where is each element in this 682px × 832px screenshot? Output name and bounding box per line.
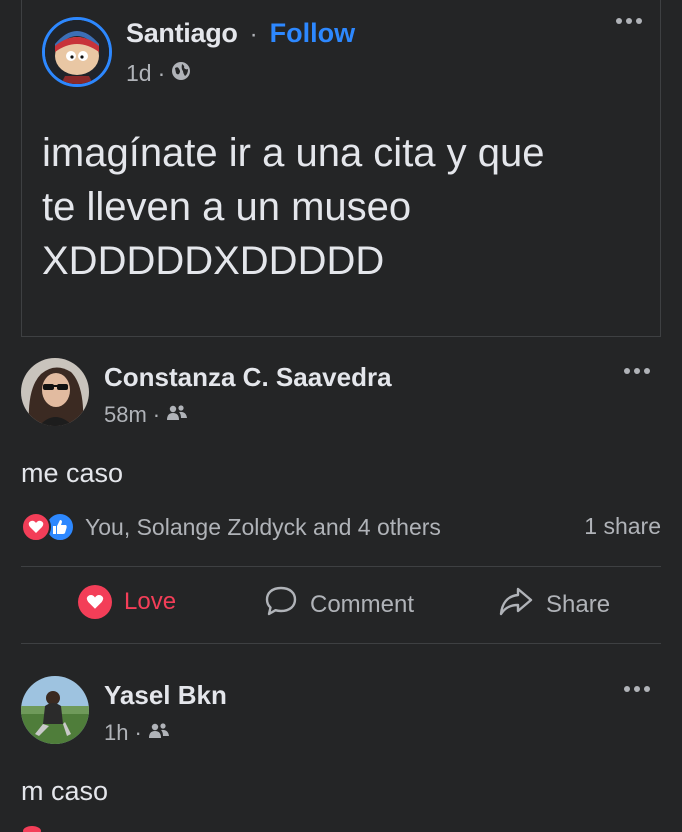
action-bar: Love Comment Share — [0, 585, 682, 627]
love-icon — [78, 585, 112, 619]
comment-button[interactable]: Comment — [264, 585, 414, 624]
shared-post-author[interactable]: Santiago — [126, 18, 238, 49]
love-reaction-icon — [23, 826, 41, 832]
more-options-icon[interactable] — [624, 686, 650, 692]
share-arrow-icon — [498, 585, 534, 624]
friends-icon — [148, 720, 170, 746]
comment-text: me caso — [21, 458, 124, 488]
shared-post-text: imagínate ir a una cita y que te lleven … — [42, 126, 642, 288]
meta-separator: · — [152, 402, 161, 427]
divider — [21, 643, 661, 644]
shared-post-card[interactable]: Santiago · Follow 1d · imagínate ir a un… — [21, 0, 661, 337]
comment-label: Comment — [310, 590, 415, 618]
santiago-avatar[interactable] — [42, 17, 112, 87]
friends-icon — [166, 402, 188, 428]
comment-meta: 1h · — [104, 720, 170, 746]
feed-page: Santiago · Follow 1d · imagínate ir a un… — [0, 0, 682, 832]
comment-text: m caso — [21, 776, 109, 806]
comment-author[interactable]: Constanza C. Saavedra — [104, 362, 392, 393]
post-text-line: imagínate ir a una cita y que — [42, 131, 545, 175]
follow-button[interactable]: Follow — [270, 18, 355, 49]
love-reaction-icon — [21, 512, 51, 542]
share-label: Share — [546, 590, 611, 618]
shared-post-time[interactable]: 1d — [126, 60, 152, 87]
reaction-names[interactable]: You, Solange Zoldyck and 4 others — [85, 514, 441, 541]
globe-icon — [171, 60, 191, 87]
shared-post-meta: 1d · — [126, 60, 191, 87]
reaction-summary[interactable]: You, Solange Zoldyck and 4 others — [21, 512, 441, 542]
share-count[interactable]: 1 share — [584, 513, 661, 540]
meta-separator: · — [134, 720, 142, 745]
comment-icon — [264, 585, 298, 624]
comment-time[interactable]: 58m — [104, 402, 147, 428]
meta-separator: · — [157, 60, 166, 86]
yasel-avatar[interactable] — [21, 676, 89, 744]
comment-author[interactable]: Yasel Bkn — [104, 680, 227, 711]
shared-post-header: Santiago · Follow — [126, 18, 355, 49]
more-options-icon[interactable] — [624, 368, 650, 374]
header-separator: · — [249, 21, 258, 48]
post-text-line: XDDDDDXDDDDD — [42, 239, 385, 283]
comment-meta: 58m · — [104, 402, 188, 428]
post-text-line: te lleven a un museo — [42, 185, 412, 229]
divider — [21, 566, 661, 567]
comment-time[interactable]: 1h — [104, 720, 128, 746]
love-button[interactable]: Love — [78, 585, 176, 619]
share-button[interactable]: Share — [498, 585, 610, 624]
more-options-icon[interactable] — [616, 18, 642, 24]
love-label: Love — [124, 588, 177, 615]
constanza-avatar[interactable] — [21, 358, 89, 426]
reaction-icons — [21, 512, 79, 542]
